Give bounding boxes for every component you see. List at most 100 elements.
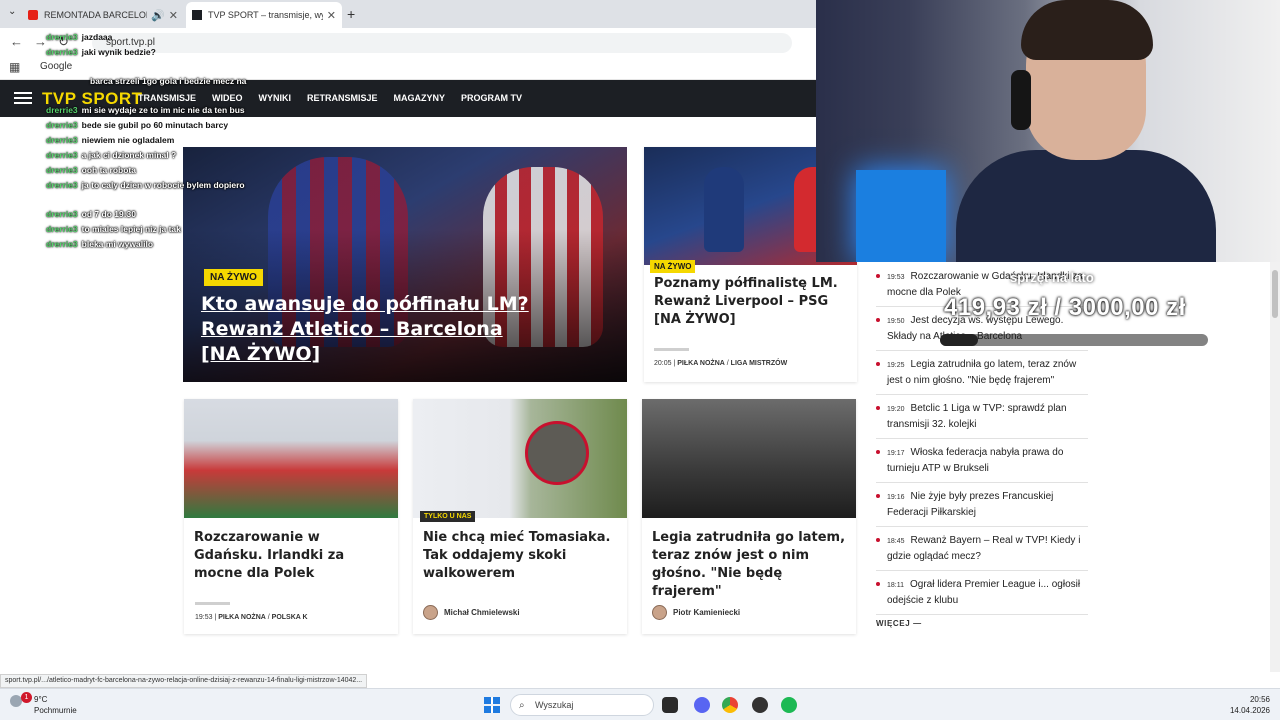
list-item[interactable]: 18:45 Rewanż Bayern – Real w TVP! Kiedy i…: [876, 527, 1088, 571]
news-title[interactable]: Legia zatrudniła go latem, teraz znów je…: [887, 359, 1076, 386]
news-time: 18:11: [887, 582, 904, 589]
tab-close-icon[interactable]: ✕: [327, 9, 336, 22]
tab-audio-icon[interactable]: 🔊: [151, 9, 165, 22]
article-time: 19:53: [195, 614, 213, 621]
address-bar-row: ← → ↻ sport.tvp.pl: [0, 28, 816, 56]
spotify-icon[interactable]: [781, 697, 797, 713]
author-name[interactable]: Piotr Kamieniecki: [673, 608, 740, 617]
nav-item-retransmisje[interactable]: RETRANSMISJE: [307, 93, 378, 103]
author[interactable]: Michał Chmielewski: [423, 605, 520, 620]
chat-message: niewiem nie ogladalem: [81, 135, 175, 145]
list-item[interactable]: 19:17 Włoska federacja nabyła prawa do tu…: [876, 439, 1088, 483]
list-item[interactable]: 18:11 Ograł lidera Premier League i... og…: [876, 571, 1088, 615]
apps-grid-icon[interactable]: ▦: [9, 60, 20, 74]
article-card[interactable]: TYLKO U NAS Nie chcą mieć Tomasiaka. Tak…: [413, 399, 627, 634]
bookmark-google[interactable]: Google: [40, 61, 72, 72]
news-title[interactable]: Ograł lidera Premier League i... ogłosił…: [887, 579, 1080, 606]
nav-items: TRANSMISJE WIDEO WYNIKI RETRANSMISJE MAG…: [138, 93, 522, 103]
browser-tab-bar: ⌄ REMONTADA BARCELONY 🔊 ✕ TVP SPORT – tr…: [0, 0, 816, 28]
nav-item-magazyny[interactable]: MAGAZYNY: [394, 93, 446, 103]
page-scrollbar[interactable]: [1270, 262, 1280, 672]
webcam-streamer-hair: [1021, 0, 1153, 60]
news-title[interactable]: Nie żyje były prezes Francuskiej Federac…: [887, 491, 1053, 518]
tab-label: REMONTADA BARCELONY: [44, 10, 148, 20]
tvp-sport-logo[interactable]: TVP SPORT: [42, 89, 143, 109]
donation-amount: 419,93 zł / 3000,00 zł: [944, 294, 1186, 321]
notification-badge: 1: [21, 692, 32, 703]
chat-username: drerrie3: [46, 135, 78, 145]
list-item[interactable]: 19:16 Nie żyje były prezes Francuskiej Fe…: [876, 483, 1088, 527]
new-tab-icon[interactable]: +: [347, 6, 355, 22]
windows-start-icon[interactable]: [484, 697, 500, 713]
news-title[interactable]: Betclic 1 Liga w TVP: sprawdź plan trans…: [887, 403, 1067, 430]
status-url-tooltip: sport.tvp.pl/.../atletico-madryt-fc-barc…: [0, 674, 368, 688]
weather-condition: Pochmurnie: [34, 706, 77, 715]
card-title[interactable]: Legia zatrudniła go latem, teraz znów je…: [652, 529, 846, 601]
card-title[interactable]: Rozczarowanie w Gdańsku. Irlandki za moc…: [194, 529, 388, 583]
weather-widget[interactable]: 9°C Pochmurnie: [34, 694, 77, 716]
forward-icon[interactable]: →: [34, 34, 47, 49]
card-title[interactable]: Nie chcą mieć Tomasiaka. Tak oddajemy sk…: [423, 529, 617, 583]
reload-icon[interactable]: ↻: [58, 34, 69, 50]
search-icon: ⌕: [519, 700, 525, 711]
list-item[interactable]: 19:25 Legia zatrudniła go latem, teraz zn…: [876, 351, 1088, 395]
article-subcategory[interactable]: LIGA MISTRZÓW: [731, 360, 788, 367]
nav-item-program-tv[interactable]: PROGRAM TV: [461, 93, 522, 103]
news-title[interactable]: Rewanż Bayern – Real w TVP! Kiedy i gdzi…: [887, 535, 1080, 562]
list-item[interactable]: 19:20 Betclic 1 Liga w TVP: sprawdź plan …: [876, 395, 1088, 439]
feature-title[interactable]: Poznamy półfinalistę LM. Rewanż Liverpoo…: [654, 275, 844, 329]
exclusive-badge: TYLKO U NAS: [420, 511, 476, 522]
system-clock[interactable]: 20:56 14.04.2026: [1230, 694, 1270, 716]
tab-label: TVP SPORT – transmisje, wyniki: [208, 10, 323, 20]
news-time: 19:50: [887, 318, 905, 325]
tab-remontada[interactable]: REMONTADA BARCELONY 🔊 ✕: [22, 2, 184, 28]
tab-tvp-sport[interactable]: TVP SPORT – transmisje, wyniki ✕: [186, 2, 342, 28]
taskbar-search-input[interactable]: ⌕ Wyszukaj: [510, 694, 654, 716]
tab-close-icon[interactable]: ✕: [169, 9, 178, 22]
news-title[interactable]: Włoska federacja nabyła prawa do turniej…: [887, 447, 1063, 474]
chat-line: drerrie3 a jak ci dzionek minal ?: [46, 148, 176, 163]
avatar: [652, 605, 667, 620]
card-image: [184, 399, 398, 518]
chat-message: to miales lepiej niz ja tak: [81, 224, 181, 234]
author-name[interactable]: Michał Chmielewski: [444, 608, 520, 617]
chat-username: drerrie3: [46, 120, 78, 130]
url-field[interactable]: sport.tvp.pl: [92, 33, 792, 53]
article-category[interactable]: PIŁKA NOŻNA: [677, 360, 725, 367]
article-subcategory[interactable]: POLSKA K: [272, 614, 308, 621]
tab-search-icon[interactable]: ⌄: [8, 6, 16, 17]
more-link[interactable]: WIĘCEJ —: [876, 619, 922, 628]
scrollbar-thumb[interactable]: [1272, 270, 1278, 318]
divider: [195, 602, 230, 605]
back-icon[interactable]: ←: [10, 34, 23, 49]
search-placeholder: Wyszukaj: [535, 700, 574, 710]
article-card[interactable]: Rozczarowanie w Gdańsku. Irlandki za moc…: [184, 399, 398, 634]
author[interactable]: Piotr Kamieniecki: [652, 605, 740, 620]
hamburger-menu-icon[interactable]: [14, 92, 32, 104]
chat-line: drerrie3 bede sie gubil po 60 minutach ba…: [46, 118, 228, 133]
obs-icon[interactable]: [752, 697, 768, 713]
windows-taskbar: 1 9°C Pochmurnie ⌕ Wyszukaj 20:56 14.04.…: [0, 688, 1280, 720]
hero-title[interactable]: Kto awansuje do półfinału LM? Rewanż Atl…: [201, 292, 541, 367]
webcam-led-light: [856, 170, 946, 262]
webcam-streamer-body: [956, 150, 1216, 262]
article-card[interactable]: Legia zatrudniła go latem, teraz znów je…: [642, 399, 856, 634]
article-category[interactable]: PIŁKA NOŻNA: [218, 614, 266, 621]
chrome-icon[interactable]: [722, 697, 738, 713]
card-image: [413, 399, 627, 518]
chat-message: bede sie gubil po 60 minutach barcy: [81, 120, 229, 130]
donation-goal-overlay: sprzęt na lato 419,93 zł / 3000,00 zł: [940, 268, 1220, 348]
nav-item-wyniki[interactable]: WYNIKI: [259, 93, 292, 103]
chat-username: drerrie3: [46, 239, 78, 249]
discord-icon[interactable]: [694, 697, 710, 713]
nav-item-wideo[interactable]: WIDEO: [212, 93, 243, 103]
chat-line: drerrie3 od 7 do 19:30: [46, 207, 136, 222]
article-meta: 19:53 | PIŁKA NOŻNA / POLSKA K: [195, 614, 308, 621]
tvp-favicon-icon: [192, 10, 202, 20]
hero-article[interactable]: NA ŻYWO Kto awansuje do półfinału LM? Re…: [183, 147, 627, 382]
chat-message: bleka mi wywalilo: [81, 239, 154, 249]
nav-item-transmisje[interactable]: TRANSMISJE: [138, 93, 196, 103]
article-time: 20:05: [654, 360, 672, 367]
live-badge: NA ŻYWO: [650, 260, 696, 273]
task-view-icon[interactable]: [662, 697, 678, 713]
